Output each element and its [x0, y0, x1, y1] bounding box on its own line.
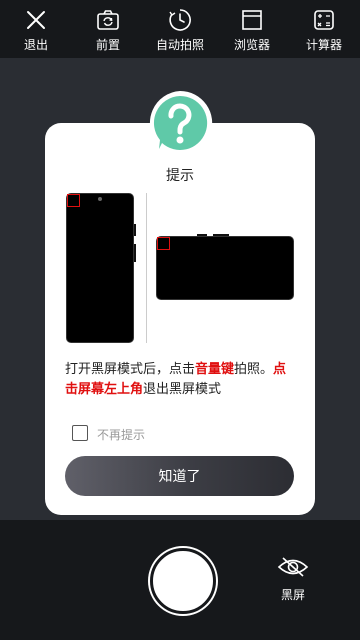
got-it-button[interactable]: 知道了 [65, 456, 294, 496]
dont-show-again-label[interactable]: 不再提示 [97, 426, 145, 443]
front-camera-dot [98, 197, 102, 201]
volume-key-highlight: 音量键 [195, 362, 235, 377]
top-left-corner-marker [67, 194, 80, 207]
side-button [134, 244, 136, 262]
exit-label: 退出 [23, 38, 48, 52]
black-screen-button[interactable]: 黑屏 [270, 556, 316, 608]
auto-capture-label: 自动拍照 [155, 38, 204, 52]
side-button [197, 234, 207, 236]
side-button [213, 234, 229, 236]
question-icon [145, 88, 215, 158]
browser-icon [239, 7, 265, 33]
side-button [134, 224, 136, 236]
landscape-phone-illustration [156, 234, 294, 300]
dont-show-again-checkbox[interactable] [72, 425, 88, 441]
dialog-description: 打开黑屏模式后，点击音量键拍照。点击屏幕左上角退出黑屏模式 [65, 360, 297, 400]
flip-camera-icon [95, 7, 121, 33]
desc-text: 打开黑屏模式后，点击 [65, 362, 196, 377]
calculator-icon [311, 7, 337, 33]
top-toolbar: 退出 前置 自动拍照 浏览器 计算器 [0, 0, 360, 58]
illustration-divider [146, 193, 147, 343]
close-icon [23, 7, 49, 33]
browser-button[interactable]: 浏览器 [222, 0, 282, 58]
desc-text: 拍照。 [234, 362, 274, 377]
calculator-button[interactable]: 计算器 [294, 0, 354, 58]
desc-text: 退出黑屏模式 [143, 382, 222, 397]
shutter-button[interactable] [150, 548, 216, 614]
eye-off-icon [277, 556, 309, 582]
black-screen-label: 黑屏 [280, 588, 305, 602]
calculator-label: 计算器 [305, 38, 342, 52]
browser-label: 浏览器 [233, 38, 270, 52]
dialog-title: 提示 [166, 168, 194, 184]
portrait-phone-illustration [66, 193, 136, 343]
exit-button[interactable]: 退出 [6, 0, 66, 58]
auto-capture-button[interactable]: 自动拍照 [150, 0, 210, 58]
front-camera-label: 前置 [95, 38, 120, 52]
top-left-corner-marker [157, 237, 170, 250]
timer-icon [167, 7, 193, 33]
front-camera-button[interactable]: 前置 [78, 0, 138, 58]
